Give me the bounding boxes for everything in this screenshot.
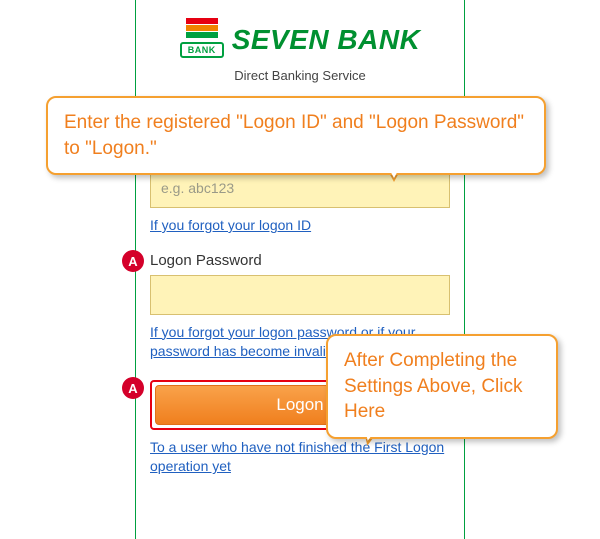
- marker-a-forgot-id: A: [122, 250, 144, 272]
- callout-enter-credentials: Enter the registered "Logon ID" and "Log…: [46, 96, 546, 175]
- logo-bank-tag: BANK: [180, 42, 224, 58]
- service-subtitle: Direct Banking Service: [150, 68, 450, 83]
- logon-password-input[interactable]: [150, 275, 450, 315]
- logon-password-label: Logon Password: [150, 252, 450, 269]
- app-screen: BANK SEVEN BANK Direct Banking Service L…: [135, 0, 465, 539]
- marker-a-forgot-pw: A: [122, 377, 144, 399]
- seven-bank-logo-icon: BANK: [180, 18, 224, 62]
- brand-name: SEVEN BANK: [232, 24, 421, 56]
- first-logon-link[interactable]: To a user who have not finished the Firs…: [150, 438, 450, 477]
- header-logo: BANK SEVEN BANK: [150, 18, 450, 62]
- forgot-id-link[interactable]: If you forgot your logon ID: [150, 216, 450, 236]
- callout-tail-icon: [382, 156, 406, 178]
